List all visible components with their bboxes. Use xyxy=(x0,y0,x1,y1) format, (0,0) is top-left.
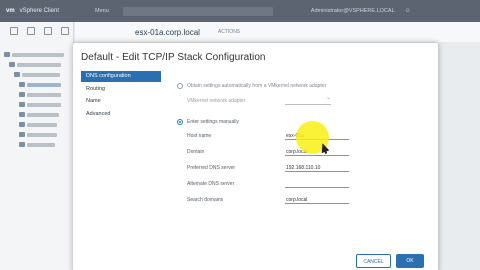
app-name: vSphere Client xyxy=(19,8,60,14)
auto-settings-option[interactable]: Obtain settings automatically from a VMk… xyxy=(177,81,326,91)
vm-icon xyxy=(19,142,25,147)
preferred-dns-label: Preferred DNS server xyxy=(187,165,236,171)
networking-tab-icon[interactable] xyxy=(61,27,69,35)
host-icon xyxy=(19,82,25,87)
auto-settings-label: Obtain settings automatically from a VMk… xyxy=(187,83,327,89)
vm-icon xyxy=(19,102,25,107)
tree-item[interactable] xyxy=(27,103,61,107)
actions-menu[interactable]: ACTIONS xyxy=(218,29,240,35)
dns-form: Obtain settings automatically from a VMk… xyxy=(177,81,432,261)
screen: vm vSphere Client Menu Administrator@VSP… xyxy=(0,0,480,270)
vm-icon xyxy=(19,132,25,137)
alternate-dns-label: Alternate DNS server xyxy=(187,181,235,187)
preferred-dns-input[interactable]: 192.168.110.10 xyxy=(285,164,349,172)
inventory-navigator xyxy=(0,22,74,270)
sidebar-item-advanced[interactable]: Advanced xyxy=(81,109,161,120)
vms-templates-tab-icon[interactable] xyxy=(27,27,35,35)
cluster-icon xyxy=(14,72,20,77)
tree-item[interactable] xyxy=(27,123,57,127)
search-domains-row: Search domains corp.local xyxy=(187,196,349,204)
global-search-input[interactable] xyxy=(122,6,273,16)
top-header-bar: vm vSphere Client Menu Administrator@VSP… xyxy=(0,0,480,22)
manual-settings-radio[interactable] xyxy=(177,119,183,125)
help-icon[interactable]: ☺ xyxy=(405,8,411,14)
tree-item[interactable] xyxy=(27,113,59,117)
host-name-label: Host name xyxy=(187,133,212,139)
hosts-clusters-tab-icon[interactable] xyxy=(10,27,18,35)
manual-settings-option[interactable]: Enter settings manually xyxy=(177,117,239,127)
navigator-tabs xyxy=(0,22,73,40)
tree-item[interactable] xyxy=(27,133,57,137)
tree-item[interactable] xyxy=(27,143,55,147)
datacenter-icon xyxy=(9,62,15,67)
adapter-label: VMkernel network adapter xyxy=(187,98,246,104)
vm-icon xyxy=(19,122,25,127)
dialog-sidebar: DNS configuration Routing Name Advanced xyxy=(81,71,161,270)
manual-settings-label: Enter settings manually xyxy=(187,119,239,125)
tree-item[interactable] xyxy=(17,63,61,67)
sidebar-item-dns-configuration[interactable]: DNS configuration xyxy=(81,71,161,82)
domain-label: Domain xyxy=(187,149,205,155)
tree-item-selected[interactable] xyxy=(27,83,61,87)
tree-item[interactable] xyxy=(12,53,64,57)
vcenter-icon xyxy=(4,52,10,57)
sidebar-item-routing[interactable]: Routing xyxy=(81,84,161,95)
menu-dropdown[interactable]: Menu xyxy=(95,8,109,14)
edit-tcpip-dialog: Default - Edit TCP/IP Stack Configuratio… xyxy=(73,43,438,270)
tree-item[interactable] xyxy=(27,93,61,97)
dialog-title: Default - Edit TCP/IP Stack Configuratio… xyxy=(81,52,266,63)
search-domains-label: Search domains xyxy=(187,197,224,203)
vm-icon xyxy=(19,112,25,117)
search-domains-input[interactable]: corp.local xyxy=(285,196,349,204)
preferred-dns-row: Preferred DNS server 192.168.110.10 xyxy=(187,164,349,172)
host-icon xyxy=(19,92,25,97)
user-menu[interactable]: Administrator@VSPHERE.LOCAL xyxy=(311,8,395,14)
adapter-row: VMkernel network adapter xyxy=(187,94,331,105)
alternate-dns-row: Alternate DNS server xyxy=(187,180,349,188)
sidebar-item-name[interactable]: Name xyxy=(81,96,161,107)
cancel-button[interactable]: CANCEL xyxy=(356,254,391,268)
vmware-logo: vm xyxy=(6,8,15,14)
auto-settings-radio[interactable] xyxy=(177,83,183,89)
alternate-dns-input[interactable] xyxy=(285,180,349,188)
ok-button[interactable]: OK xyxy=(396,254,424,268)
adapter-select[interactable] xyxy=(285,94,331,105)
host-title: esx-01a.corp.local xyxy=(135,27,200,37)
object-header: esx-01a.corp.local ACTIONS xyxy=(75,22,480,42)
storage-tab-icon[interactable] xyxy=(44,27,52,35)
tree-item[interactable] xyxy=(22,73,60,77)
